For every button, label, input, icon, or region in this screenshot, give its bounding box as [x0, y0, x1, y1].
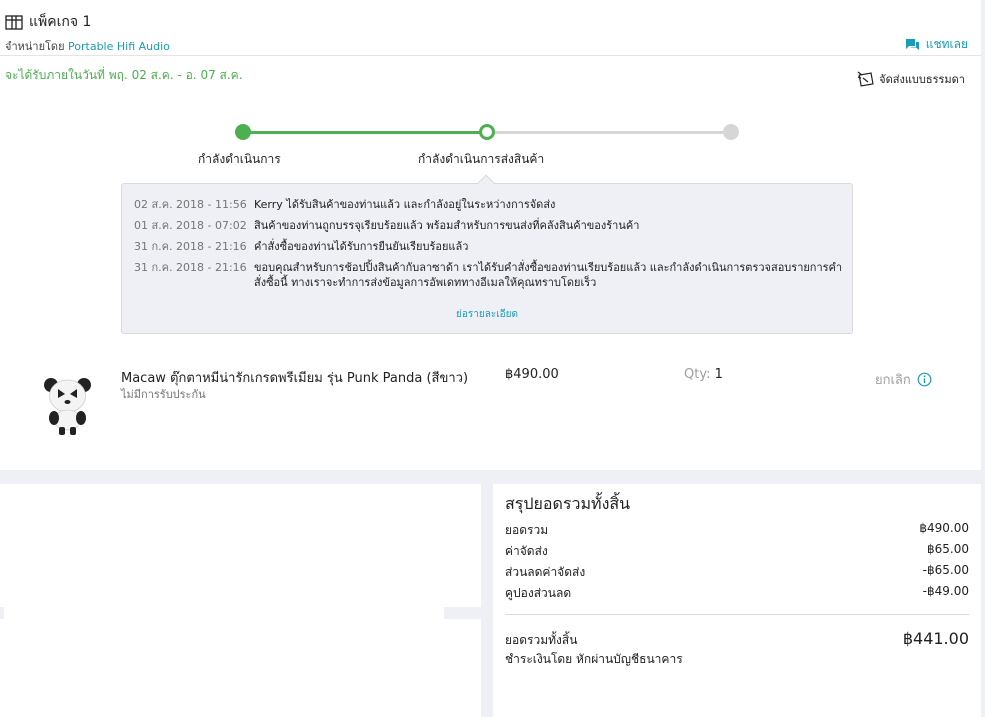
summary-row-shipping: ค่าจัดส่ง ฿65.00: [505, 542, 969, 561]
package-title-row: แพ็คเกจ 1: [5, 11, 170, 33]
summary-row-label: ยอดรวม: [505, 523, 549, 537]
total-label: ยอดรวมทั้งสิ้น: [505, 633, 578, 647]
delivery-package-icon: [857, 71, 874, 87]
shipping-method-label: จัดส่งแบบธรรมดา: [879, 72, 965, 86]
chat-button[interactable]: แชทเลย: [905, 35, 968, 54]
quantity-value: 1: [714, 367, 723, 382]
timeline-event-text: สินค้าของท่านถูกบรรจุเรียบร้อยแล้ว พร้อม…: [254, 219, 640, 232]
timeline-event-time: 02 ส.ค. 2018 - 11:56: [134, 198, 247, 211]
quantity-label: Qty:: [684, 367, 711, 382]
chat-icon: [905, 38, 919, 50]
progress-track-completed: [243, 131, 487, 134]
timeline-event-time: 31 ก.ค. 2018 - 21:16: [134, 240, 247, 253]
timeline-event-time: 01 ส.ค. 2018 - 07:02: [134, 219, 247, 232]
summary-row-label: ค่าจัดส่ง: [505, 544, 548, 558]
header-divider: [0, 55, 981, 56]
summary-row-label: คูปองส่วนลด: [505, 586, 572, 600]
summary-row-shipping-discount: ส่วนลดค่าจัดส่ง -฿65.00: [505, 563, 969, 582]
info-icon[interactable]: [917, 372, 932, 387]
progress-step-3-dot: [723, 124, 739, 140]
summary-row-value: ฿490.00: [919, 521, 969, 535]
shipping-method: จัดส่งแบบธรรมดา: [856, 69, 965, 88]
product-warranty: ไม่มีการรับประกัน: [121, 388, 206, 401]
delivery-eta: จะได้รับภายในวันที่ พฤ. 02 ส.ค. - อ. 07 …: [5, 68, 243, 82]
timeline-event-text: คำสั่งซื้อของท่านได้รับการยืนยันเรียบร้อ…: [254, 240, 469, 253]
seller-link[interactable]: Portable Hifi Audio: [68, 40, 170, 53]
progress-step-2-label: กำลังดำเนินการส่งสินค้า: [418, 152, 545, 166]
tracking-timeline: 02 ส.ค. 2018 - 11:56 Kerry ได้รับสินค้าข…: [121, 174, 853, 334]
summary-row-value: -฿65.00: [922, 563, 969, 577]
timeline-caret: [477, 174, 495, 192]
order-summary: สรุปยอดรวมทั้งสิ้น ยอดรวม ฿490.00 ค่าจัด…: [493, 484, 981, 717]
package-header: แพ็คเกจ 1 จำหน่ายโดย Portable Hifi Audio: [5, 11, 170, 55]
product-price: ฿490.00: [505, 367, 559, 382]
summary-row-subtotal: ยอดรวม ฿490.00: [505, 521, 969, 540]
progress-step-1-dot: [235, 124, 251, 140]
summary-divider: [505, 614, 969, 615]
summary-title: สรุปยอดรวมทั้งสิ้น: [505, 494, 631, 513]
timeline-event-text: Kerry ได้รับสินค้าของท่านแล้ว และกำลังอย…: [254, 198, 556, 211]
timeline-event-time: 31 ก.ค. 2018 - 21:16: [134, 261, 247, 274]
summary-total-row: ยอดรวมทั้งสิ้น ฿441.00: [505, 629, 969, 650]
timeline-event: 31 ก.ค. 2018 - 21:16 คำสั่งซื้อของท่านได…: [134, 239, 846, 254]
progress-step-1-label: กำลังดำเนินการ: [198, 152, 281, 166]
package-title: แพ็คเกจ 1: [29, 14, 92, 30]
summary-row-value: -฿49.00: [922, 584, 969, 598]
package-card: แพ็คเกจ 1 จำหน่ายโดย Portable Hifi Audio…: [0, 0, 981, 470]
chat-label: แชทเลย: [925, 37, 968, 51]
cancel-label: ยกเลิก: [875, 373, 911, 388]
timeline-event: 31 ก.ค. 2018 - 21:16 ขอบคุณสำหรับการช้อป…: [134, 260, 846, 290]
timeline-event: 01 ส.ค. 2018 - 07:02 สินค้าของท่านถูกบรร…: [134, 218, 846, 233]
collapse-details-link[interactable]: ย่อรายละเอียด: [122, 307, 852, 322]
total-value: ฿441.00: [902, 629, 969, 648]
panel-separator: [0, 607, 4, 619]
product-quantity: Qty: 1: [684, 367, 723, 382]
progress-track-pending: [487, 131, 731, 134]
timeline-event: 02 ส.ค. 2018 - 11:56 Kerry ได้รับสินค้าข…: [134, 197, 846, 212]
panel-separator: [444, 607, 481, 619]
progress-step-2-dot: [479, 124, 495, 140]
summary-row-label: ส่วนลดค่าจัดส่ง: [505, 565, 586, 579]
timeline-event-text: ขอบคุณสำหรับการช้อปปิ้งสินค้ากับลาซาด้า …: [254, 261, 843, 289]
seller-prefix: จำหน่ายโดย: [5, 40, 65, 53]
package-box-icon: [5, 14, 23, 30]
cancel-item-button[interactable]: ยกเลิก: [875, 369, 932, 390]
summary-row-coupon: คูปองส่วนลด -฿49.00: [505, 584, 969, 603]
seller-line: จำหน่ายโดย Portable Hifi Audio: [5, 37, 170, 55]
panda-product-image[interactable]: [40, 374, 95, 436]
left-panel: [0, 484, 481, 717]
summary-row-value: ฿65.00: [927, 542, 969, 556]
payment-method: ชำระเงินโดย หักผ่านบัญชีธนาคาร: [505, 652, 683, 666]
